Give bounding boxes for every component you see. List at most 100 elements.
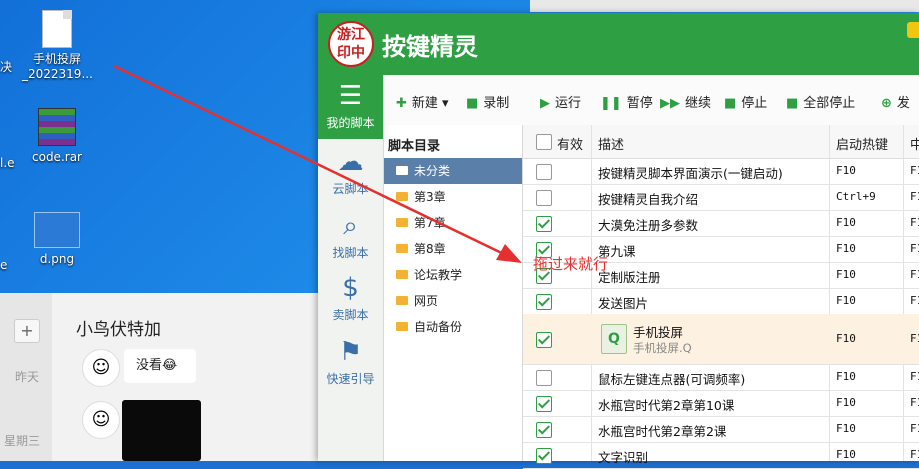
run-button[interactable]: ▶ 运行	[540, 92, 581, 111]
script-table: 有效 描述 启动热键 中 按键精灵脚本界面演示(一键启动)F10F1按键精灵自我…	[523, 125, 919, 469]
column-header-valid[interactable]: 有效	[557, 134, 583, 153]
row-next-hotkey: F1	[910, 294, 919, 307]
desktop-icon-label-stub[interactable]: 决	[0, 58, 14, 75]
table-row[interactable]: 鼠标左键连点器(可调频率) F10 F1	[523, 364, 919, 391]
column-header-hotkey[interactable]: 启动热键	[836, 134, 888, 153]
row-next-hotkey: F1	[910, 164, 919, 177]
sidebar-item-my-scripts[interactable]: ☰ 我的脚本	[318, 75, 383, 139]
desktop-icon-code-rar[interactable]: code.rar	[22, 108, 92, 165]
plus-icon: ✚	[396, 96, 407, 111]
desktop-icon-label: 手机投屏 _2022319...	[22, 52, 93, 81]
chat-message-text: 没看	[136, 358, 163, 373]
sidebar-item-cloud-scripts[interactable]: ☁ 云脚本	[318, 147, 383, 197]
table-row[interactable]: 按键精灵脚本界面演示(一键启动) F10 F1	[523, 158, 919, 185]
publish-button[interactable]: ⊕ 发	[881, 92, 910, 111]
chat-message-bubble[interactable]: 没看😂	[124, 349, 196, 383]
tree-item[interactable]: 自动备份	[384, 314, 522, 340]
background-window-edge	[530, 0, 919, 12]
fast-forward-icon: ▶▶	[660, 96, 680, 111]
tree-item[interactable]: 论坛教学	[384, 262, 522, 288]
sidebar-item-quick-guide[interactable]: ⚑ 快速引导	[318, 337, 383, 387]
row-next-hotkey: F1	[910, 216, 919, 229]
folder-icon	[396, 218, 408, 227]
row-hotkey: F10	[836, 164, 856, 177]
tree-item[interactable]: 第7章	[384, 210, 522, 236]
row-hotkey: Ctrl+9	[836, 190, 876, 203]
row-hotkey: F10	[836, 242, 856, 255]
folder-icon	[396, 322, 408, 331]
row-next-hotkey: F1	[910, 422, 919, 435]
table-row[interactable]: Q 手机投屏手机投屏.Q F10 F1	[523, 314, 919, 365]
table-row[interactable]: 水瓶宫时代第2章第2课 F10 F1	[523, 416, 919, 443]
desktop-icon-d-png[interactable]: d.png	[22, 212, 92, 267]
folder-icon	[396, 166, 408, 175]
chat-window: + 昨天 星期三 小鸟伏特加 ☺ 没看😂 ☺	[0, 293, 318, 461]
table-row[interactable]: 发送图片 F10 F1	[523, 288, 919, 315]
new-button[interactable]: ✚ 新建 ▾	[396, 92, 449, 111]
tree-item[interactable]: 网页	[384, 288, 522, 314]
desktop-icon-label-stub[interactable]: l.e	[0, 156, 15, 170]
chat-date-label: 星期三	[4, 434, 41, 448]
signpost-icon: ⚑	[338, 337, 363, 367]
pause-button[interactable]: ❚❚ 暂停	[600, 92, 653, 111]
row-description: 水瓶宫时代第2章第2课	[598, 424, 727, 439]
tree-item[interactable]: 第8章	[384, 236, 522, 262]
desktop-icon-phone-screencast[interactable]: 手机投屏 _2022319...	[22, 10, 93, 82]
folder-icon	[396, 270, 408, 279]
toolbar-label: 运行	[555, 96, 582, 111]
continue-button[interactable]: ▶▶ 继续	[660, 92, 711, 111]
row-description: 手机投屏	[633, 325, 684, 340]
row-hotkey: F10	[836, 370, 856, 383]
row-description: 按键精灵脚本界面演示(一键启动)	[598, 166, 783, 181]
valid-checkbox[interactable]	[536, 396, 552, 412]
sidebar-item-label: 卖脚本	[332, 308, 369, 322]
tree-item-uncategorized[interactable]: 未分类	[384, 158, 522, 184]
toolbar: ✚ 新建 ▾ ■ 录制 ▶ 运行 ❚❚ 暂停 ▶▶ 继续 ■ 停止 ■ 全部停止 ⊕ 发	[384, 75, 919, 126]
table-row[interactable]: 水瓶宫时代第2章第10课 F10 F1	[523, 390, 919, 417]
sidebar-item-find-scripts[interactable]: ⌕ 找脚本	[318, 211, 383, 261]
sidebar-item-label: 找脚本	[332, 246, 369, 260]
table-row[interactable]: 按键精灵自我介绍 Ctrl+9 F1	[523, 184, 919, 211]
row-next-hotkey: F1	[910, 190, 919, 203]
column-header-description[interactable]: 描述	[598, 134, 624, 153]
stop-all-icon: ■	[786, 96, 799, 111]
record-button[interactable]: ■ 录制	[466, 92, 509, 111]
valid-checkbox[interactable]	[536, 370, 552, 386]
seal-text-line: 游江	[337, 27, 365, 43]
row-next-hotkey: F1	[910, 396, 919, 409]
stop-button[interactable]: ■ 停止	[724, 92, 767, 111]
valid-checkbox[interactable]	[536, 190, 552, 206]
row-hotkey: F10	[836, 332, 856, 345]
valid-checkbox[interactable]	[536, 164, 552, 180]
folder-icon	[396, 244, 408, 253]
add-chat-button[interactable]: +	[14, 319, 40, 343]
stop-all-button[interactable]: ■ 全部停止	[786, 92, 855, 111]
desktop-icon-label: code.rar	[32, 150, 82, 164]
row-description: 发送图片	[598, 296, 649, 311]
valid-checkbox[interactable]	[536, 332, 552, 348]
toolbar-label: 新建	[411, 96, 438, 111]
row-hotkey: F10	[836, 448, 856, 461]
row-description: 文字识别	[598, 450, 649, 465]
row-hotkey: F10	[836, 396, 856, 409]
select-all-checkbox[interactable]	[536, 134, 552, 150]
column-header-next[interactable]: 中	[910, 134, 919, 153]
script-directory-tree: 脚本目录 未分类 第3章 第7章 第8章 论坛教学 网页 自动备份	[384, 125, 523, 461]
tree-item-label: 自动备份	[414, 320, 463, 334]
sidebar-item-sell-scripts[interactable]: $ 卖脚本	[318, 273, 383, 323]
table-row[interactable]: 文字识别 F10 F1	[523, 442, 919, 469]
table-row[interactable]: 大漠免注册多参数 F10 F1	[523, 210, 919, 237]
row-hotkey: F10	[836, 216, 856, 229]
search-icon: ⌕	[343, 211, 358, 241]
chat-image-thumbnail[interactable]	[122, 400, 201, 461]
valid-checkbox[interactable]	[536, 294, 552, 310]
valid-checkbox[interactable]	[536, 422, 552, 438]
tree-item[interactable]: 第3章	[384, 184, 522, 210]
table-header: 有效 描述 启动热键 中	[523, 125, 919, 159]
desktop-icon-label-stub[interactable]: e	[0, 258, 14, 272]
valid-checkbox[interactable]	[536, 448, 552, 464]
valid-checkbox[interactable]	[536, 216, 552, 232]
toolbar-label: 继续	[685, 96, 712, 111]
q-script-file-icon: Q	[601, 324, 627, 354]
row-next-hotkey: F1	[910, 370, 919, 383]
